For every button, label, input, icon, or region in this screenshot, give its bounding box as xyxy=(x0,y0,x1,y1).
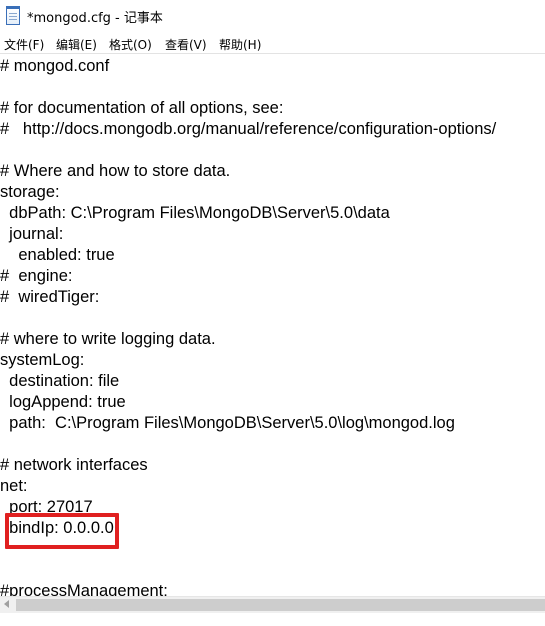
horizontal-scrollbar[interactable] xyxy=(0,596,545,613)
editor-line: # http://docs.mongodb.org/manual/referen… xyxy=(0,120,497,138)
menu-help[interactable]: 帮助(H) xyxy=(219,36,261,53)
editor-line: journal: xyxy=(0,225,64,243)
editor-line: logAppend: true xyxy=(0,393,126,411)
notepad-window: *mongod.cfg - 记事本 文件(F) 编辑(E) 格式(O) 查看(V… xyxy=(0,0,545,626)
title-bar[interactable]: *mongod.cfg - 记事本 xyxy=(0,0,545,32)
status-area xyxy=(0,613,545,626)
editor-line: destination: file xyxy=(0,372,120,390)
editor-line: # for documentation of all options, see: xyxy=(0,99,284,117)
editor-line: systemLog: xyxy=(0,351,85,369)
editor-line: net: xyxy=(0,477,28,495)
menu-file[interactable]: 文件(F) xyxy=(4,36,44,53)
editor-line: path: C:\Program Files\MongoDB\Server\5.… xyxy=(0,414,455,432)
notepad-icon xyxy=(6,6,20,25)
bindip-highlight-annotation xyxy=(5,513,119,549)
menu-bar: 文件(F) 编辑(E) 格式(O) 查看(V) 帮助(H) xyxy=(0,32,545,54)
editor-line: # engine: xyxy=(0,267,73,285)
editor-line: # wiredTiger: xyxy=(0,288,100,306)
editor-line: # where to write logging data. xyxy=(0,330,216,348)
scrollbar-thumb[interactable] xyxy=(16,599,545,611)
menu-format[interactable]: 格式(O) xyxy=(109,36,152,53)
menu-edit[interactable]: 编辑(E) xyxy=(56,36,97,53)
editor-line: enabled: true xyxy=(0,246,115,264)
scroll-left-arrow-icon[interactable] xyxy=(4,600,9,608)
window-title: *mongod.cfg - 记事本 xyxy=(27,11,163,26)
menu-view[interactable]: 查看(V) xyxy=(165,36,207,53)
editor-line: # mongod.conf xyxy=(0,57,110,75)
editor-line: # Where and how to store data. xyxy=(0,162,231,180)
editor-line: storage: xyxy=(0,183,60,201)
editor-line: dbPath: C:\Program Files\MongoDB\Server\… xyxy=(0,204,390,222)
editor-line: # network interfaces xyxy=(0,456,148,474)
editor-line: #processManagement: xyxy=(0,582,168,596)
